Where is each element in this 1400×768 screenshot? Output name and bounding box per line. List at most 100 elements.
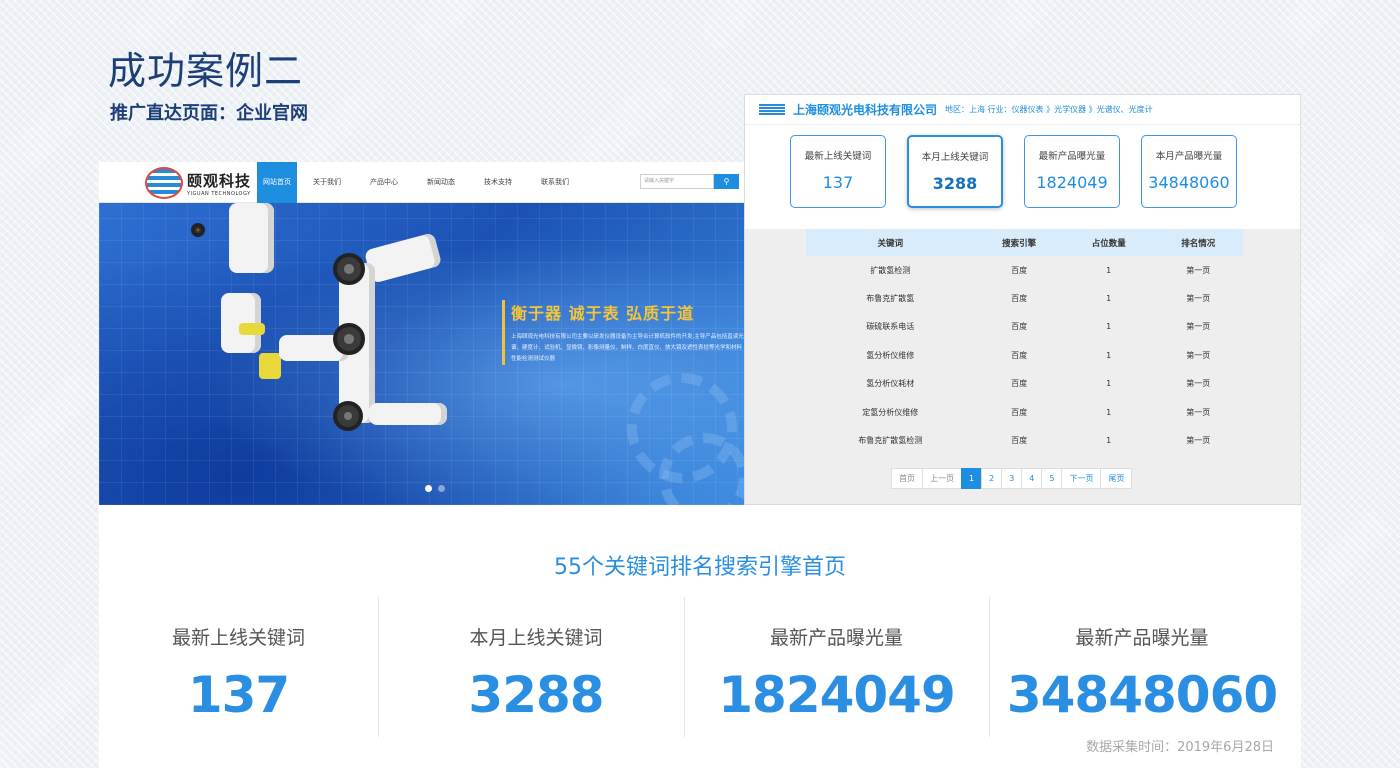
menu-item-about[interactable]: 关于我们 xyxy=(300,162,354,203)
hero-banner: 衡于器 诚于表 弘质于道 上海颐观光电科技有限公司主要以研发仪器设备为主导合计算… xyxy=(99,203,745,505)
cell-count: 1 xyxy=(1106,350,1112,360)
stat-card-label: 本月上线关键词 xyxy=(921,152,989,163)
carousel-dot[interactable] xyxy=(425,485,432,492)
logo-globe-icon xyxy=(145,167,183,199)
page-number-button[interactable]: 2 xyxy=(981,468,1003,489)
pagination: 首页 上一页 1 2 3 4 5 下一页 尾页 xyxy=(891,468,1133,489)
table-row: 布鲁克扩散氢检测 百度 1 第一页 xyxy=(806,426,1243,454)
page-number-button[interactable]: 5 xyxy=(1041,468,1063,489)
menu-item-contact[interactable]: 联系我们 xyxy=(528,162,582,203)
banner-slogan: 衡于器 诚于表 弘质于道 上海颐观光电科技有限公司主要以研发仪器设备为主导合计算… xyxy=(502,300,745,365)
summary-stat-label: 最新上线关键词 xyxy=(171,627,305,649)
col-engine: 搜索引擎 xyxy=(974,229,1064,256)
table-row: 碳硫联系电话 百度 1 第一页 xyxy=(806,313,1243,341)
cell-engine: 百度 xyxy=(1011,436,1028,446)
stat-card-label: 最新产品曝光量 xyxy=(1038,151,1106,162)
stat-card-new-exposure[interactable]: 最新产品曝光量 1824049 xyxy=(1024,135,1120,208)
robot-joint xyxy=(333,323,365,355)
page-number-button[interactable]: 4 xyxy=(1021,468,1043,489)
cell-engine: 百度 xyxy=(1011,322,1028,332)
company-logo-icon xyxy=(759,103,785,116)
summary-stat-value: 1824049 xyxy=(718,666,956,724)
cell-rank: 第一页 xyxy=(1186,294,1211,304)
summary-stat-month-keywords: 本月上线关键词 3288 xyxy=(389,597,683,737)
cell-engine: 百度 xyxy=(1011,350,1028,360)
robot-arm-ring xyxy=(239,323,265,335)
cell-count: 1 xyxy=(1106,379,1112,389)
summary-stat-value: 34848060 xyxy=(1006,666,1278,724)
table-row: 氢分析仪耗材 百度 1 第一页 xyxy=(806,370,1243,398)
col-rank: 排名情况 xyxy=(1153,229,1243,256)
cell-engine: 百度 xyxy=(1011,407,1028,417)
summary-stat-month-exposure: 最新产品曝光量 34848060 xyxy=(989,597,1295,737)
cell-count: 1 xyxy=(1106,265,1112,275)
cell-count: 1 xyxy=(1106,322,1112,332)
keyword-table-area: 关键词 搜索引擎 占位数量 排名情况 扩散氢检测 百度 1 第一页 布鲁克扩散氢 百度 1… xyxy=(745,229,1300,504)
site-search-input[interactable]: 请输入关键字 xyxy=(640,174,714,189)
summary-stat-new-exposure: 最新产品曝光量 1824049 xyxy=(684,597,989,737)
col-count: 占位数量 xyxy=(1063,229,1154,256)
col-keyword: 关键词 xyxy=(806,229,975,256)
site-search: 请输入关键字 ⚲ xyxy=(640,174,739,189)
cell-engine: 百度 xyxy=(1011,379,1028,389)
cell-rank: 第一页 xyxy=(1186,265,1211,275)
menu-item-home[interactable]: 网站首页 xyxy=(257,162,297,203)
panel-header: 上海颐观光电科技有限公司 地区：上海 行业：仪器仪表 》光学仪器 》光谱仪、光度… xyxy=(745,95,1300,125)
menu-item-products[interactable]: 产品中心 xyxy=(357,162,411,203)
cell-keyword: 扩散氢检测 xyxy=(870,265,911,275)
menu-item-support[interactable]: 技术支持 xyxy=(471,162,525,203)
site-navbar: 颐观科技 YIGUAN TECHNOLOGY 网站首页 关于我们 产品中心 新闻… xyxy=(99,162,745,203)
cell-keyword: 布鲁克扩散氢检测 xyxy=(858,436,923,446)
robot-arm-segment xyxy=(369,403,447,425)
search-icon[interactable]: ⚲ xyxy=(714,174,739,189)
cell-rank: 第一页 xyxy=(1186,407,1211,417)
summary-stat-value: 3288 xyxy=(468,666,604,724)
page-prev-button[interactable]: 上一页 xyxy=(922,468,962,489)
page-number-button[interactable]: 3 xyxy=(1001,468,1023,489)
stat-card-month-keywords[interactable]: 本月上线关键词 3288 xyxy=(907,135,1003,208)
cell-keyword: 定氢分析仪维修 xyxy=(862,407,919,417)
panel-stat-cards: 最新上线关键词 137 本月上线关键词 3288 最新产品曝光量 1824049… xyxy=(790,135,1237,208)
summary-stat-label: 最新产品曝光量 xyxy=(769,627,903,649)
stat-card-new-keywords[interactable]: 最新上线关键词 137 xyxy=(790,135,886,208)
summary-title: 55个关键词排名搜索引擎首页 xyxy=(554,555,846,580)
page-last-button[interactable]: 尾页 xyxy=(1100,468,1133,489)
table-row: 布鲁克扩散氢 百度 1 第一页 xyxy=(806,284,1243,312)
cell-keyword: 碳硫联系电话 xyxy=(866,322,915,332)
stat-card-value: 34848060 xyxy=(1148,173,1230,192)
slogan-description: 上海颐观光电科技有限公司主要以研发仪器设备为主导合计算机软件的开发,主导产品包括… xyxy=(511,334,744,362)
panel-meta: 地区：上海 行业：仪器仪表 》光学仪器 》光谱仪、光度计 xyxy=(945,105,1153,114)
cell-rank: 第一页 xyxy=(1186,436,1211,446)
cell-rank: 第一页 xyxy=(1186,350,1211,360)
cell-engine: 百度 xyxy=(1011,265,1028,275)
stat-card-value: 3288 xyxy=(932,174,978,193)
robot-arm-upper xyxy=(229,203,274,273)
cell-rank: 第一页 xyxy=(1186,379,1211,389)
menu-item-news[interactable]: 新闻动态 xyxy=(414,162,468,203)
robot-joint xyxy=(191,223,205,237)
logo-name-en: YIGUAN TECHNOLOGY xyxy=(187,190,251,197)
table-row: 氢分析仪维修 百度 1 第一页 xyxy=(806,341,1243,369)
cell-count: 1 xyxy=(1106,407,1112,417)
summary-stat-new-keywords: 最新上线关键词 137 xyxy=(99,597,378,737)
summary-stat-label: 本月上线关键词 xyxy=(469,627,603,649)
stat-card-label: 最新上线关键词 xyxy=(804,151,872,162)
cell-keyword: 布鲁克扩散氢 xyxy=(866,294,915,304)
carousel-dot[interactable] xyxy=(438,485,445,492)
slogan-title: 衡于器 诚于表 弘质于道 xyxy=(511,304,695,323)
page-next-button[interactable]: 下一页 xyxy=(1061,468,1102,489)
summary-stat-value: 137 xyxy=(187,666,290,724)
collection-date: 数据采集时间：2019年6月28日 xyxy=(1086,740,1274,755)
cell-rank: 第一页 xyxy=(1186,322,1211,332)
stat-card-value: 137 xyxy=(822,173,854,192)
robot-joint xyxy=(333,253,365,285)
panel-company-name: 上海颐观光电科技有限公司 xyxy=(793,103,938,117)
page-subtitle: 推广直达页面：企业官网 xyxy=(110,103,308,124)
table-row: 定氢分析仪维修 百度 1 第一页 xyxy=(806,398,1243,426)
divider xyxy=(378,597,379,737)
site-logo[interactable]: 颐观科技 YIGUAN TECHNOLOGY xyxy=(145,167,251,199)
cell-count: 1 xyxy=(1106,436,1112,446)
stat-card-month-exposure[interactable]: 本月产品曝光量 34848060 xyxy=(1141,135,1237,208)
page-number-button[interactable]: 1 xyxy=(961,468,983,489)
page-first-button[interactable]: 首页 xyxy=(891,468,923,489)
